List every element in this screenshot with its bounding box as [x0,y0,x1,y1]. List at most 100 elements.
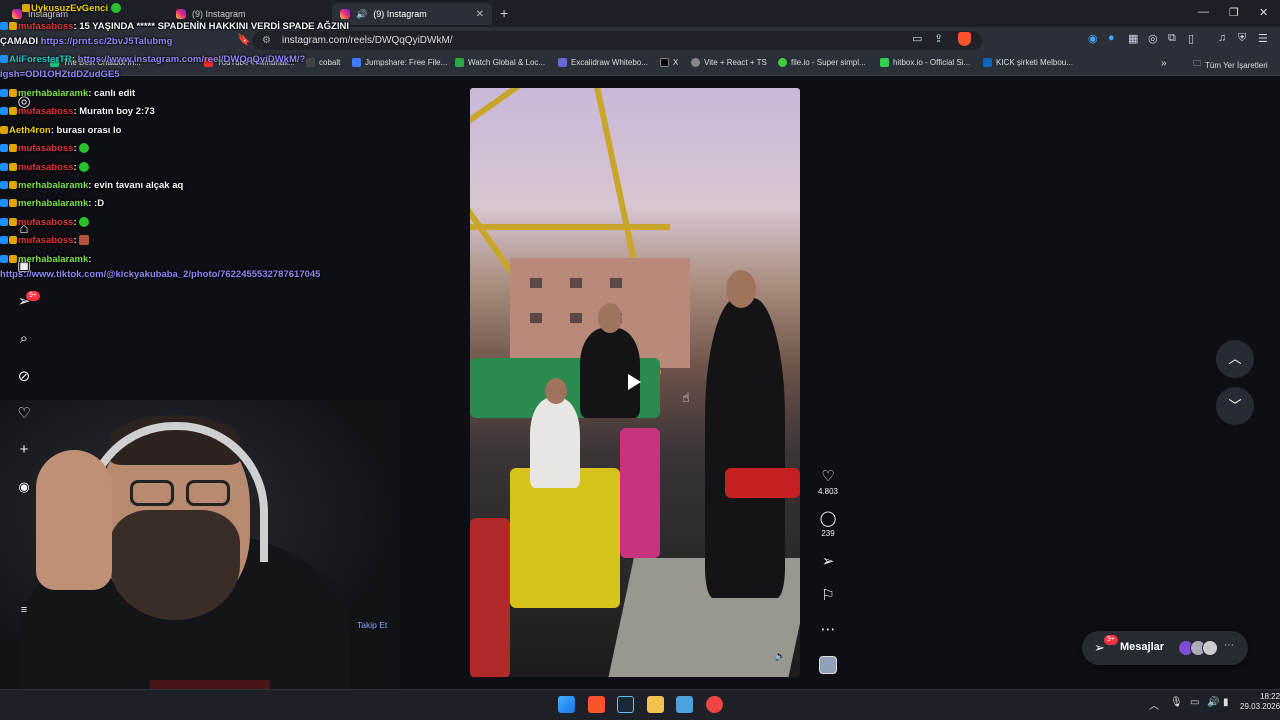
brave-shield-icon[interactable] [958,32,971,46]
share-icon[interactable]: ⇪ [934,32,943,45]
windows-taskbar [0,689,1280,720]
badge-icon [9,199,17,207]
chat-message: mufasaboss: [0,217,90,228]
address-bar[interactable]: ⚙ instagram.com/reels/DWQqQyiDWkM/ [252,31,982,50]
chat-message: mufasaboss: 15 YAŞINDA ***** SPADENİN HA… [0,21,349,32]
save-action[interactable]: ⚐ [812,587,844,605]
bookmark-item[interactable]: Excalidraw Whitebo... [558,58,648,67]
next-reel-button[interactable]: ﹀ [1216,387,1254,425]
monitor-icon[interactable]: ▭ [1190,697,1199,708]
building-window [530,278,542,288]
maximize-icon[interactable]: ❐ [1229,6,1239,19]
previous-reel-button[interactable]: ︿ [1216,340,1254,378]
volume-icon[interactable]: 🔈 [774,651,786,662]
tray-expand-icon[interactable]: ︿ [1149,697,1159,712]
create-icon[interactable]: + [12,441,36,458]
hitbox-favicon-icon [880,58,889,67]
emote-image-icon [79,235,90,245]
windows-start-icon[interactable] [558,696,575,713]
bookmark-item[interactable]: Watch Global & Loc... [455,58,545,67]
brave-vpn-icon[interactable]: ⛨ [1238,32,1246,45]
bookmark-item[interactable]: Vite + React + TS [691,58,767,67]
chat-message: merhabalaramk: [0,254,91,265]
badge-icon [0,236,8,244]
messages-button[interactable]: ➢ 9+ Mesajlar ⋯ [1082,631,1248,665]
search-icon[interactable]: ⌕ [12,330,36,347]
extension-chrome-icon[interactable]: ◎ [1148,32,1158,45]
bookmark-item[interactable]: Jumpshare: Free File... [352,58,447,67]
play-icon[interactable] [628,374,641,390]
explore-icon[interactable]: ⊘ [12,367,36,385]
bookmark-item[interactable]: file.io - Super simpl... [778,58,866,67]
browser-menu-icon[interactable]: ☰ [1258,32,1268,45]
badge-icon [0,126,8,134]
chevron-up-icon: ︿ [1228,351,1242,366]
bookmark-item[interactable]: KICK şirketi Melbou... [983,58,1073,67]
close-window-icon[interactable]: ✕ [1259,6,1268,19]
fileio-favicon-icon [778,58,787,67]
minimize-icon[interactable]: — [1198,6,1209,18]
battery-icon[interactable]: ▮ [1223,697,1229,708]
rider-person [530,398,580,488]
microphone-icon[interactable]: 🎙 [1170,697,1183,708]
more-bookmarks-icon[interactable]: » [1161,58,1167,69]
profile-icon[interactable]: ◉ [12,479,36,495]
heart-icon[interactable]: ♡ [812,468,844,486]
url-text: instagram.com/reels/DWQqQyiDWkM/ [282,35,453,46]
badge-icon [9,22,17,30]
badge-icon [9,236,17,244]
file-explorer-icon[interactable] [647,696,664,713]
follow-link[interactable]: Takip Et [357,620,387,630]
system-clock[interactable]: 18:22 29.03.2026 [1240,692,1280,712]
tab-instagram-active[interactable]: 🔊 (9) Instagram ✕ [332,3,492,25]
media-music-icon[interactable]: ♫ [1218,32,1226,44]
recording-app-icon[interactable] [706,696,723,713]
bookmark-item[interactable]: hitbox.io - Official Si... [880,58,970,67]
extension-blue-icon[interactable]: ● [1108,32,1115,44]
bookmark-item[interactable]: X [660,58,678,67]
close-tab-icon[interactable]: ✕ [476,9,484,20]
share-action[interactable]: ➢ [812,553,844,571]
comment-icon[interactable]: ◯ [812,510,844,528]
speaker-icon[interactable]: 🔊 [1207,697,1219,708]
extension-grid-icon[interactable]: ▦ [1128,32,1138,45]
audio-thumbnail[interactable] [819,656,837,674]
control-box [725,468,800,498]
all-bookmarks-folder[interactable]: 🗀 Tüm Yer İşaretleri [1193,58,1268,72]
badge-icon [9,218,17,226]
bookmark-icon[interactable]: ⚐ [812,587,844,605]
comment-action[interactable]: ◯ 239 [812,510,844,538]
more-menu-icon[interactable]: ≡ [12,604,36,616]
badge-icon [9,255,17,263]
steam-icon[interactable] [617,696,634,713]
chat-message: https://www.tiktok.com/@kickyakubaba_2/p… [0,269,321,280]
more-dots-icon[interactable]: ⋯ [812,621,844,639]
brave-browser-icon[interactable] [588,696,605,713]
bookmark-item[interactable]: cobalt [306,58,340,67]
jumpshare-favicon-icon [352,58,361,67]
sidebar-panel-icon[interactable]: ▯ [1188,32,1194,45]
extensions-puzzle-icon[interactable]: ⧉ [1168,32,1176,45]
instagram-favicon-icon [340,9,350,19]
new-tab-button[interactable]: + [500,5,508,21]
heart-icon[interactable]: ♡ [12,404,36,422]
more-options[interactable]: ⋯ [812,621,844,639]
building-window [570,313,582,323]
standing-person-head [598,303,622,333]
send-icon[interactable]: ➢ [812,553,844,571]
badge-icon [0,22,8,30]
site-info-icon[interactable]: ⚙ [262,31,271,50]
chat-message: mufasaboss: [0,162,90,173]
messages-label: Mesajlar [1120,641,1165,653]
audio-extension-icon[interactable]: ◉ [1088,32,1098,45]
audio-playing-icon[interactable]: 🔊 [356,9,367,20]
ride-frame [470,224,670,232]
globe-favicon-icon [691,58,700,67]
cast-icon[interactable]: ▭ [912,32,922,45]
chat-message: AliForesterTR: https://www.instagram.com… [0,54,305,65]
bookmark-page-icon[interactable]: 🔖 [237,33,251,46]
like-action[interactable]: ♡ 4.803 [812,468,844,496]
chat-message: igsh=ODI1OHZtdDZudGE5 [0,69,120,80]
store-app-icon[interactable] [676,696,693,713]
badge-icon [9,163,17,171]
